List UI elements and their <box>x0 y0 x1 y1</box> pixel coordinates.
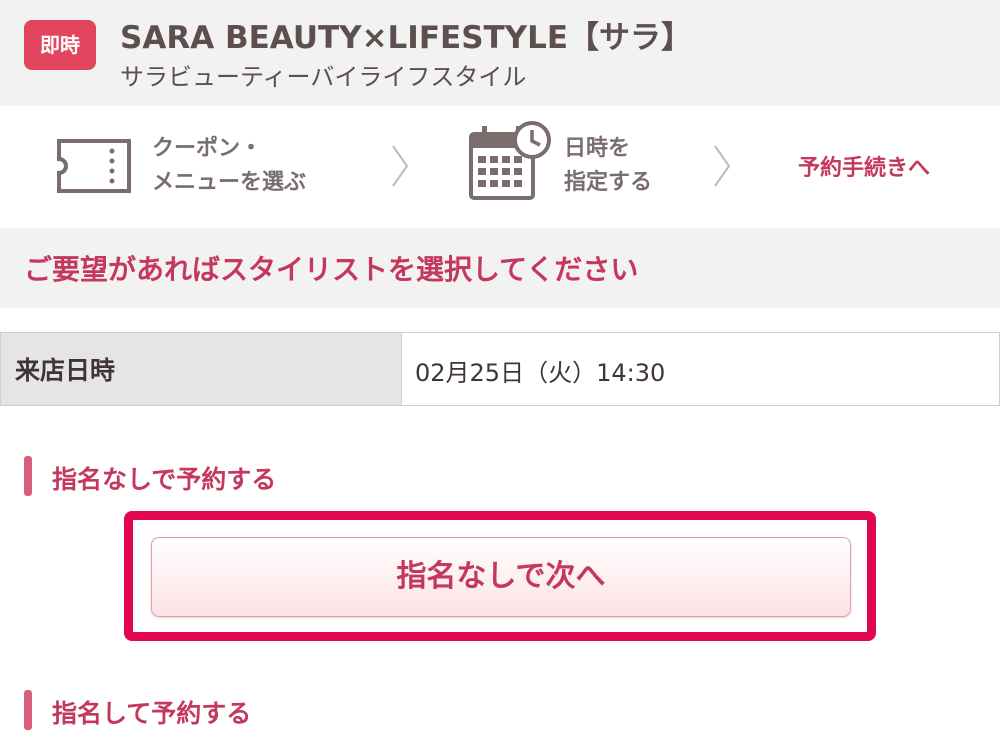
step-reservation-procedure[interactable]: 予約手続きへ <box>798 150 930 182</box>
shop-name-kana: サラビューティーバイライフスタイル <box>120 63 527 91</box>
visit-datetime-table: 来店日時 02月25日（火）14:30 <box>0 332 1000 406</box>
visit-datetime-label: 来店日時 <box>15 356 116 385</box>
shop-name: SARA BEAUTY×LIFESTYLE【サラ】 <box>120 20 693 56</box>
coupon-ticket-icon <box>57 139 131 193</box>
section-accent-bar <box>24 456 32 496</box>
visit-datetime-label-cell: 来店日時 <box>1 333 402 405</box>
stylist-notice-text: ご要望があればスタイリストを選択してください <box>24 253 639 286</box>
reservation-steps: クーポン・ メニューを選ぶ 日時を 指定する 予約手続きへ <box>0 106 1000 228</box>
chevron-right-icon <box>392 145 409 187</box>
step-1-line2: メニューを選ぶ <box>152 170 307 195</box>
calendar-clock-icon <box>469 121 551 200</box>
section-accent-bar <box>24 690 32 730</box>
chevron-right-icon <box>714 145 731 187</box>
visit-datetime-value: 02月25日（火）14:30 <box>415 359 666 387</box>
shop-header: 即時 SARA BEAUTY×LIFESTYLE【サラ】 サラビューティーバイラ… <box>0 0 1000 106</box>
stylist-notice: ご要望があればスタイリストを選択してください <box>0 228 1000 308</box>
step-2-line2: 指定する <box>564 170 653 195</box>
step-1-line1: クーポン・ <box>152 136 263 161</box>
designation-heading: 指名して予約する <box>52 699 252 728</box>
instant-badge: 即時 <box>24 20 96 70</box>
no-designation-heading: 指名なしで予約する <box>52 465 277 494</box>
no-designation-next-button[interactable]: 指名なしで次へ <box>151 537 851 617</box>
step-2-line1: 日時を <box>564 136 631 161</box>
